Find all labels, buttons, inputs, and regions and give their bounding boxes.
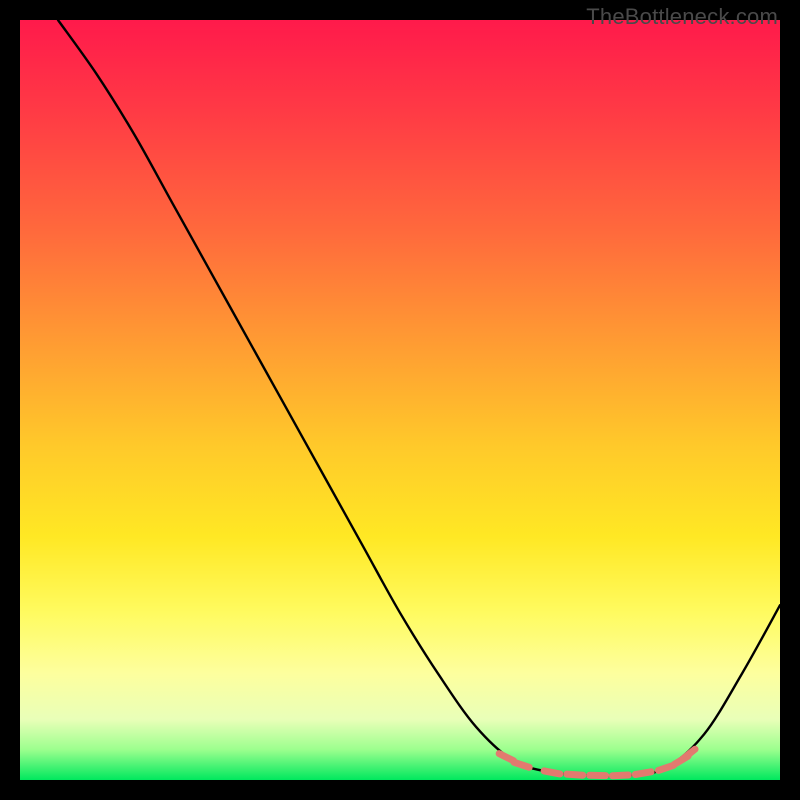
optimal-marker [635, 772, 651, 775]
chart-svg [20, 20, 780, 780]
optimal-range-markers [499, 749, 695, 776]
optimal-marker [499, 754, 513, 761]
watermark-text: TheBottleneck.com [586, 4, 778, 30]
optimal-marker [612, 775, 628, 776]
chart-plot-area [20, 20, 780, 780]
chart-frame: TheBottleneck.com [0, 0, 800, 800]
optimal-marker [544, 771, 560, 774]
bottleneck-curve [58, 20, 780, 776]
optimal-marker [567, 774, 583, 775]
optimal-marker [514, 762, 529, 767]
optimal-marker [683, 749, 695, 759]
